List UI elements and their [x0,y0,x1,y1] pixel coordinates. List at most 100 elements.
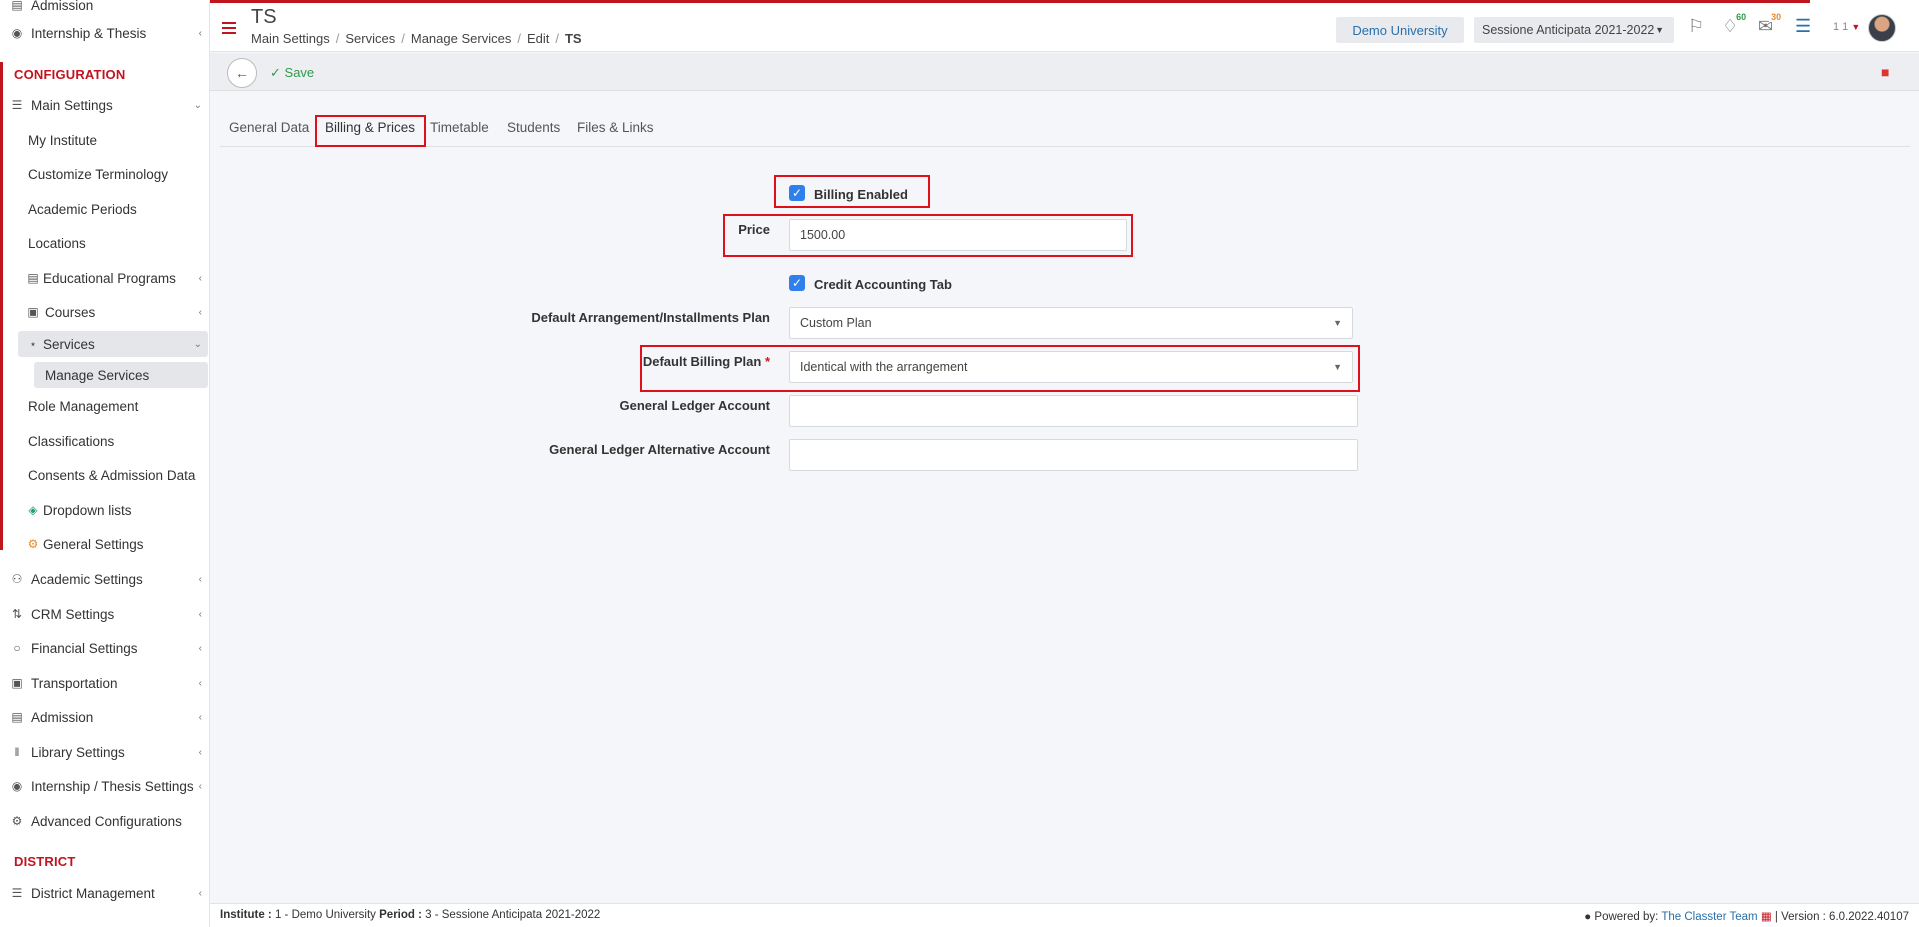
notifications-badge: 60 [1734,12,1749,22]
sidebar-item-label: Consents & Admission Data [28,467,196,483]
chevron-left-icon: ‹ [198,272,202,284]
sidebar-item-services[interactable]: ⋆ Services ⌄ [0,331,208,357]
save-button-label: Save [284,65,315,80]
sidebar-item-internship-thesis-settings[interactable]: ◉ Internship / Thesis Settings ‹ [0,773,208,799]
sidebar-item-customize-terminology[interactable]: Customize Terminology [0,161,208,187]
caret-down-icon: ▼ [1333,362,1342,372]
users-icon: ⚇ [11,572,23,586]
copyright-icon: ● [1584,911,1592,923]
check-icon: ✓ [270,65,281,80]
arrow-left-icon: ← [235,65,249,81]
breadcrumb-services[interactable]: Services [345,31,395,46]
cube-icon: ◉ [11,779,23,793]
sidebar-item-internship-thesis[interactable]: ◉ Internship & Thesis ‹ [0,20,208,46]
network-icon: ⋆ [29,337,37,351]
chevron-down-icon: ⌄ [193,338,202,350]
sidebar-item-advanced-configurations[interactable]: ⚙ Advanced Configurations [0,808,208,834]
chevron-left-icon: ‹ [198,677,202,689]
arrangement-label: Default Arrangement/Installments Plan [531,310,770,325]
footer-context: Institute : 1 - Demo University Period :… [220,909,601,921]
avatar[interactable] [1868,14,1896,42]
classter-team-link[interactable]: The Classter Team [1661,911,1757,923]
sidebar-item-label: CRM Settings [31,606,115,622]
sidebar-item-label: My Institute [28,132,98,148]
billing-enabled-label: Billing Enabled [814,187,908,202]
chevron-left-icon: ‹ [198,27,202,39]
menu-toggle-icon[interactable] [222,22,236,34]
arrangement-select[interactable]: Custom Plan ▼ [789,307,1353,339]
sidebar-item-academic-periods[interactable]: Academic Periods [0,196,208,222]
tab-files-links[interactable]: Files & Links [577,120,654,135]
sidebar-item-admission-partial[interactable]: ▤ Admission [0,0,208,18]
credit-accounting-checkbox[interactable]: ✓ [789,275,805,291]
sidebar-item-admission[interactable]: ▤ Admission ‹ [0,704,208,730]
caret-down-icon: ▼ [1333,318,1342,328]
sidebar-item-locations[interactable]: Locations [0,230,208,256]
sidebar-item-crm-settings[interactable]: ⇅ CRM Settings ‹ [0,601,208,627]
tab-billing-prices[interactable]: Billing & Prices [325,120,415,135]
sidebar-item-academic-settings[interactable]: ⚇ Academic Settings ‹ [0,566,208,592]
breadcrumb-current: TS [564,31,582,46]
sidebar-item-label: General Settings [43,536,144,552]
sidebar-item-label: Classifications [28,433,115,449]
breadcrumb-manage-services[interactable]: Manage Services [411,31,511,46]
sidebar-item-label: Internship & Thesis [31,25,147,41]
chevron-left-icon: ‹ [198,711,202,723]
tab-bar: General Data Billing & Prices Timetable … [220,113,1910,147]
envelope-icon[interactable]: ✉ 30 [1758,12,1784,37]
credit-accounting-label: Credit Accounting Tab [814,277,952,292]
sidebar-item-label: Locations [28,235,86,251]
messages-badge: 30 [1769,12,1784,22]
sidebar-item-role-management[interactable]: Role Management [0,393,208,419]
sidebar-item-financial-settings[interactable]: ○ Financial Settings ‹ [0,635,208,661]
gl-alt-account-input[interactable] [789,439,1358,471]
sidebar-item-district-management[interactable]: ☰ District Management ‹ [0,880,208,906]
save-button[interactable]: ✓ Save [270,65,314,81]
sidebar-item-label: Financial Settings [31,640,138,656]
sidebar-item-my-institute[interactable]: My Institute [0,127,208,153]
sidebar-item-label: District Management [31,885,155,901]
sidebar-item-classifications[interactable]: Classifications [0,428,208,454]
library-icon: ‖ [14,745,20,759]
tab-timetable[interactable]: Timetable [430,120,489,135]
sidebar-item-label: Advanced Configurations [31,813,182,829]
chevron-left-icon: ‹ [198,887,202,899]
breadcrumb-edit[interactable]: Edit [527,31,549,46]
back-button[interactable]: ← [227,58,257,88]
tab-students[interactable]: Students [507,120,560,135]
sidebar-item-label: Customize Terminology [28,166,169,182]
sidebar-item-transportation[interactable]: ▣ Transportation ‹ [0,670,208,696]
layers-icon[interactable]: ☰ [1795,16,1811,37]
price-input[interactable]: 1500.00 [789,219,1127,251]
user-count[interactable]: 1 1 ▼ [1833,21,1860,33]
section-district: DISTRICT [14,854,76,869]
cube-icon: ◉ [11,26,23,40]
sidebar-item-dropdown-lists[interactable]: ◈ Dropdown lists [0,497,208,523]
footer-credits: ● Powered by: The Classter Team ▦ | Vers… [1584,911,1909,923]
sidebar-item-educational-programs[interactable]: ▤ Educational Programs ‹ [0,265,208,291]
period-select[interactable]: Sessione Anticipata 2021-2022 ▼ [1474,17,1674,43]
gl-account-input[interactable] [789,395,1358,427]
sidebar-item-manage-services[interactable]: Manage Services [0,362,208,388]
sidebar-item-label: Admission [31,0,94,13]
sliders-icon: ☰ [11,98,23,112]
sidebar: ▤ Admission ◉ Internship & Thesis ‹ CONF… [0,0,210,927]
sidebar-item-label: Academic Periods [28,201,137,217]
coins-icon: ○ [13,641,21,655]
trash-icon[interactable]: ■ [1881,64,1889,80]
billing-enabled-checkbox[interactable]: ✓ [789,185,805,201]
billing-plan-select[interactable]: Identical with the arrangement ▼ [789,351,1353,383]
flag-icon[interactable]: ⚐ [1688,16,1704,37]
tab-general-data[interactable]: General Data [229,120,309,135]
sidebar-item-courses[interactable]: ▣ Courses ‹ [0,299,208,325]
institute-button[interactable]: Demo University [1336,17,1464,43]
breadcrumb-main-settings[interactable]: Main Settings [251,31,330,46]
chevron-left-icon: ‹ [198,746,202,758]
bell-icon[interactable]: ♢ 60 [1722,12,1749,37]
sidebar-item-general-settings[interactable]: ⚙ General Settings [0,531,208,557]
shuffle-icon: ⇅ [11,607,23,621]
sidebar-item-library-settings[interactable]: ‖ Library Settings ‹ [0,739,208,765]
gears-icon: ⚙ [27,537,39,551]
sidebar-item-main-settings[interactable]: ☰ Main Settings ⌄ [0,92,208,118]
sidebar-item-consents-admission[interactable]: Consents & Admission Data [0,462,208,488]
